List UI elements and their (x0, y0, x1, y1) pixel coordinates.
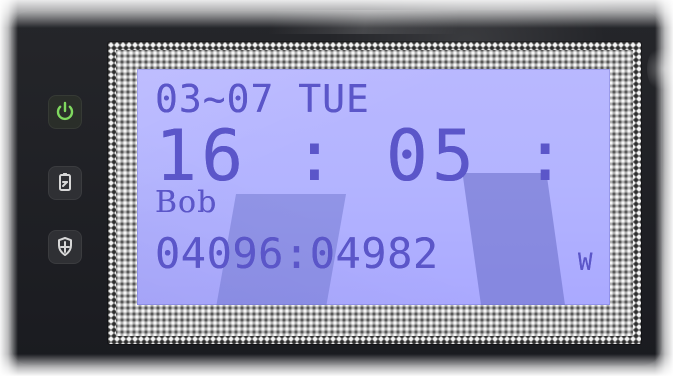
side-button-column (48, 95, 86, 285)
battery-icon (59, 173, 71, 191)
power-icon (56, 101, 74, 121)
shield-button[interactable] (48, 230, 82, 264)
lcd-frame: 03~07 TUE 16 : 05 : 06 Bob 04096:04982 W (108, 42, 641, 344)
shield-icon (58, 237, 72, 256)
time-line: 16 : 05 : 06 (155, 115, 610, 197)
name-line: Bob (155, 185, 218, 220)
right-glare (647, 44, 673, 94)
top-reflection (267, 10, 463, 34)
mode-indicator: W (578, 248, 594, 276)
power-button[interactable] (48, 95, 82, 129)
device-photo: 03~07 TUE 16 : 05 : 06 Bob 04096:04982 W (0, 0, 673, 376)
lcd-screen: 03~07 TUE 16 : 05 : 06 Bob 04096:04982 W (137, 69, 610, 305)
counts-line: 04096:04982 (155, 229, 439, 278)
battery-button[interactable] (48, 166, 82, 200)
date-line: 03~07 TUE (155, 77, 370, 121)
